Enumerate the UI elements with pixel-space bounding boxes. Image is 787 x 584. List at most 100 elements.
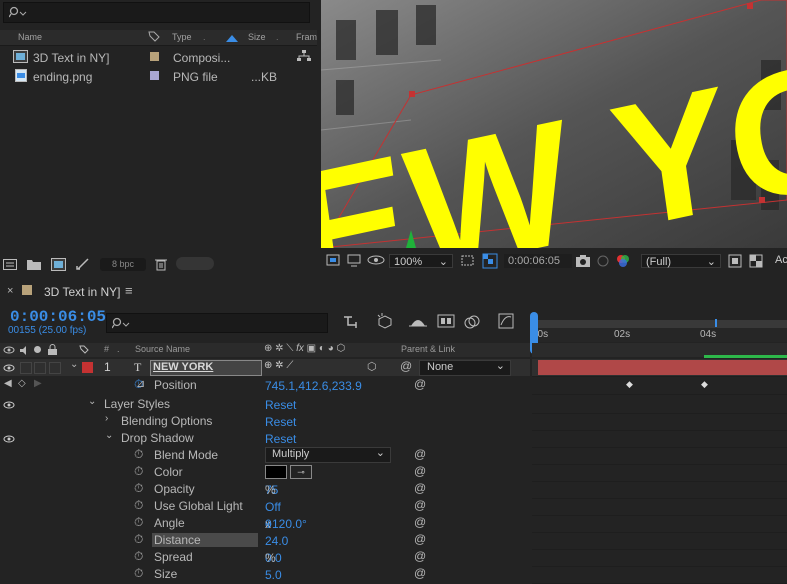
solo-toggle[interactable]	[34, 362, 46, 374]
project-search-input[interactable]	[3, 2, 310, 23]
timeline-tab-title[interactable]: 3D Text in NY]	[44, 285, 120, 299]
timeline-search-input[interactable]	[106, 313, 328, 333]
label-tag-icon[interactable]	[79, 345, 89, 355]
col-size[interactable]: Size	[248, 32, 266, 42]
chevron-down-icon[interactable]: ⌄	[105, 430, 113, 441]
settings-brush-icon[interactable]	[76, 257, 90, 271]
property-row-blending-options[interactable]: › Blending Options Reset	[0, 413, 530, 430]
close-icon[interactable]: ×	[7, 285, 13, 297]
time-ruler[interactable]: 00s 02s 04s	[532, 319, 787, 342]
chevron-down-icon[interactable]: ⌄	[88, 396, 96, 407]
property-row-opacity[interactable]: ⏱ Opacity 75% @	[0, 481, 530, 498]
pickwhip-icon[interactable]: @	[414, 464, 426, 478]
layer-name[interactable]: NEW YORK	[150, 360, 262, 376]
show-snapshot-icon[interactable]	[596, 254, 610, 268]
snapshot-camera-icon[interactable]	[575, 254, 591, 268]
col-type[interactable]: Type	[172, 32, 192, 42]
thumbnail-scrollbar[interactable]	[176, 257, 214, 270]
property-row-spread[interactable]: ⏱ Spread 0.0% @	[0, 549, 530, 566]
pickwhip-icon[interactable]: @	[414, 532, 426, 546]
project-item-composition[interactable]: 3D Text in NY] Composi...	[0, 49, 317, 67]
composition-viewer[interactable]: EW YORK	[321, 0, 787, 248]
stopwatch-icon[interactable]: ⏱	[134, 515, 143, 530]
3d-layer-switch[interactable]: ⬡	[367, 360, 377, 373]
stopwatch-icon[interactable]: ⏱	[134, 464, 143, 479]
eyedropper-icon[interactable]: ⊸	[290, 465, 312, 479]
property-row-angle[interactable]: ⏱ Angle 0 x +120.0° @	[0, 515, 530, 532]
shy-layers-icon[interactable]	[409, 314, 427, 329]
graph-icon[interactable]: ⊿	[136, 377, 145, 390]
eye-icon[interactable]	[3, 435, 15, 443]
label-swatch[interactable]	[150, 71, 159, 80]
audio-icon[interactable]	[19, 346, 29, 355]
layer-label-color[interactable]	[82, 362, 93, 373]
property-value[interactable]: Off	[265, 500, 281, 514]
property-row-blend-mode[interactable]: ⏱ Blend Mode Multiply ⌄ @	[0, 447, 530, 464]
layer-switches[interactable]: ⊕ ✲ ⟋	[264, 360, 293, 371]
interpret-footage-icon[interactable]	[3, 259, 17, 270]
new-composition-icon[interactable]	[51, 258, 66, 271]
audio-toggle[interactable]	[20, 362, 32, 374]
label-swatch[interactable]	[150, 52, 159, 61]
solo-icon[interactable]	[34, 346, 41, 353]
comp-mini-flowchart-icon[interactable]	[343, 314, 361, 330]
timeline-timecode[interactable]: 0:00:06:05	[10, 308, 106, 326]
property-row-size[interactable]: ⏱ Size 5.0 @	[0, 566, 530, 583]
motion-blur-icon[interactable]	[463, 313, 481, 330]
parent-link-header[interactable]: Parent & Link	[401, 344, 455, 354]
pickwhip-icon[interactable]: @	[414, 481, 426, 495]
eye-icon[interactable]	[3, 346, 15, 354]
next-keyframe-icon[interactable]: ▶	[34, 378, 42, 389]
stopwatch-icon[interactable]: ⏱	[134, 532, 143, 547]
source-name-header[interactable]: Source Name	[135, 344, 190, 354]
cti-marker[interactable]	[715, 319, 717, 327]
keyframe-marker[interactable]: ◆	[626, 379, 633, 390]
add-keyframe-icon[interactable]: ◇	[18, 378, 26, 389]
resolution-dropdown[interactable]: (Full) ⌄	[641, 254, 721, 268]
prev-keyframe-icon[interactable]: ◀	[4, 378, 12, 389]
flowchart-icon[interactable]	[297, 50, 311, 65]
lock-toggle[interactable]	[49, 362, 61, 374]
shadow-color-swatch[interactable]	[265, 465, 287, 479]
pickwhip-icon[interactable]: @	[414, 377, 426, 391]
current-time-display[interactable]: 0:00:06:05	[504, 254, 572, 268]
toggle-transparency-grid-icon[interactable]	[749, 254, 763, 268]
magnification-dropdown[interactable]: 100% ⌄	[389, 254, 453, 268]
pickwhip-icon[interactable]: @	[414, 447, 426, 461]
draft-3d-icon[interactable]	[376, 313, 394, 330]
col-frame[interactable]: Fram	[296, 32, 317, 42]
always-preview-icon[interactable]	[326, 254, 340, 268]
property-value[interactable]: Reset	[265, 432, 296, 446]
monitor-icon[interactable]	[347, 254, 361, 268]
pickwhip-icon[interactable]: @	[400, 359, 412, 373]
layer-duration-bar[interactable]	[538, 360, 787, 375]
stopwatch-icon[interactable]: ⏱	[134, 481, 143, 496]
frame-blending-icon[interactable]	[437, 314, 455, 329]
stopwatch-icon[interactable]: ⏱	[134, 498, 143, 513]
pickwhip-icon[interactable]: @	[414, 498, 426, 512]
graph-editor-icon[interactable]	[498, 313, 514, 329]
stopwatch-icon[interactable]: ⏱	[134, 447, 143, 462]
keyframe-marker[interactable]: ◆	[701, 379, 708, 390]
stopwatch-icon[interactable]: ⏱	[134, 549, 143, 564]
tab-menu-icon[interactable]: ≡	[125, 283, 133, 298]
property-value[interactable]: 24.0	[265, 534, 288, 548]
active-camera-label[interactable]: Ac	[775, 254, 787, 266]
pickwhip-icon[interactable]: @	[414, 549, 426, 563]
chevron-down-icon[interactable]: ⌄	[70, 359, 78, 370]
property-row-position[interactable]: ◀ ◇ ▶ ⏱ ⊿ Position 745.1,412.6,233.9 @	[0, 377, 530, 394]
bit-depth-button[interactable]: 8 bpc	[100, 258, 146, 271]
property-value[interactable]: 5.0	[265, 568, 282, 582]
layer-row-new-york[interactable]: ⌄ 1 T NEW YORK ⊕ ✲ ⟋ ⬡ @ None ⌄	[0, 359, 530, 376]
trash-icon[interactable]	[155, 258, 167, 271]
work-area-bar[interactable]	[532, 320, 787, 328]
property-row-distance[interactable]: ⏱ Distance 24.0 @	[0, 532, 530, 549]
project-item-png[interactable]: ending.png PNG file ...KB	[0, 68, 317, 86]
blend-mode-dropdown[interactable]: Multiply ⌄	[265, 447, 391, 463]
fast-preview-icon[interactable]	[728, 254, 742, 268]
chevron-right-icon[interactable]: ›	[105, 413, 108, 424]
property-value[interactable]: 745.1,412.6,233.9	[265, 379, 362, 393]
color-channels-icon[interactable]	[615, 253, 631, 269]
property-value[interactable]: Reset	[265, 398, 296, 412]
region-of-interest-icon[interactable]	[459, 253, 477, 269]
